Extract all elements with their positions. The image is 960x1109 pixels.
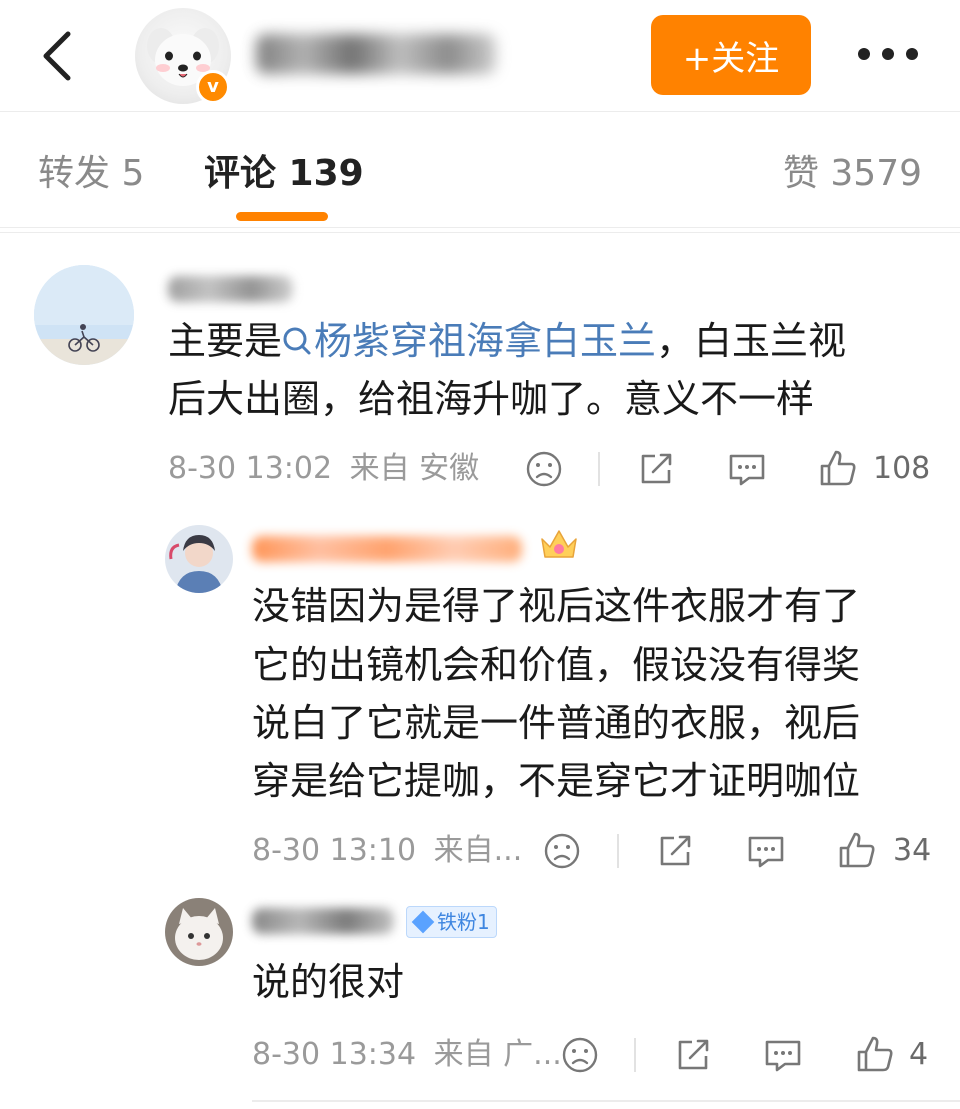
hashtag-text: 杨紫穿祖海拿白玉兰: [314, 319, 657, 363]
reply-body-line-2: 它的出镜机会和价值，假设没有得奖: [252, 643, 861, 687]
reply-avatar[interactable]: [165, 898, 233, 966]
tab-repost[interactable]: 转发 5: [38, 152, 144, 196]
reply-name-blurred[interactable]: [252, 528, 522, 568]
comment-source: 来自 安徽: [349, 451, 480, 486]
reply-name-blurred[interactable]: [252, 900, 394, 940]
back-arrow-icon[interactable]: [38, 28, 78, 84]
active-tab-indicator: [236, 212, 328, 221]
reply-body-line-3: 说白了它就是一件普通的衣服，视后: [252, 701, 861, 745]
more-options-icon[interactable]: [856, 40, 920, 68]
reply-timestamp: 8-30 13:34 来自 广...: [252, 1035, 562, 1075]
reply-source: 来自...: [433, 833, 523, 868]
crown-badge-icon: [541, 530, 577, 558]
comment-body-line-2: 后大出圈，给祖海升咖了。意义不一样: [168, 377, 815, 421]
top-bar: v +关注: [0, 0, 960, 112]
comment-timestamp: 8-30 13:02 来自 安徽: [168, 449, 479, 489]
comment-text-prefix: 主要是: [168, 319, 283, 363]
comment-body: 主要是 杨紫穿祖海拿白玉兰，白玉兰视: [168, 312, 846, 370]
reply-body-line-4: 穿是给它提咖，不是穿它才证明咖位: [252, 759, 861, 803]
comment-bubble-icon[interactable]: [763, 1036, 803, 1074]
beach-cyclist-avatar-icon: [34, 265, 134, 365]
reply-source: 来自 广...: [433, 1037, 562, 1072]
thumbs-up-icon[interactable]: [837, 830, 877, 870]
share-icon[interactable]: [637, 450, 675, 488]
reply-avatar[interactable]: [165, 525, 233, 593]
reply-body-line-1: 没错因为是得了视后这件衣服才有了: [252, 584, 861, 628]
thumbs-up-icon[interactable]: [855, 1034, 895, 1074]
comment-text-suffix: ，白玉兰视: [656, 319, 847, 363]
like-count: 108: [873, 451, 931, 486]
verified-badge-icon: v: [196, 70, 230, 104]
comment-bubble-icon[interactable]: [746, 832, 786, 870]
commenter-name-blurred[interactable]: [168, 268, 293, 308]
tab-likes[interactable]: 赞 3579: [783, 152, 922, 196]
share-icon[interactable]: [656, 832, 694, 870]
divider: [0, 232, 960, 233]
white-cat-avatar-icon: [165, 898, 233, 966]
tab-bar: 转发 5 评论 139 赞 3579: [0, 112, 960, 228]
comment-time: 8-30 13:02: [168, 451, 333, 486]
frown-face-icon[interactable]: [561, 1036, 599, 1074]
share-icon[interactable]: [674, 1036, 712, 1074]
commenter-avatar[interactable]: [34, 265, 134, 365]
user-photo-avatar-icon: [165, 525, 233, 593]
frown-face-icon[interactable]: [525, 450, 563, 488]
frown-face-icon[interactable]: [543, 832, 581, 870]
thumbs-up-icon[interactable]: [818, 448, 858, 488]
reply-timestamp: 8-30 13:10 来自...: [252, 831, 522, 871]
fan-level-label: 铁粉1: [437, 910, 490, 934]
divider: [252, 1100, 960, 1102]
action-divider: [617, 834, 619, 868]
like-count: 34: [893, 833, 932, 868]
reply-time: 8-30 13:10: [252, 833, 417, 868]
author-name-blurred[interactable]: [256, 30, 496, 78]
reply-time: 8-30 13:34: [252, 1037, 417, 1072]
like-count: 4: [909, 1037, 929, 1072]
action-divider: [634, 1038, 636, 1072]
reply-body-line-1: 说的很对: [252, 960, 405, 1004]
search-icon: [283, 327, 311, 355]
diamond-icon: [411, 910, 435, 934]
fan-level-badge: 铁粉1: [406, 906, 497, 938]
comment-bubble-icon[interactable]: [727, 450, 767, 488]
tab-comments[interactable]: 评论 139: [204, 152, 364, 196]
action-divider: [598, 452, 600, 486]
follow-button[interactable]: +关注: [651, 15, 811, 95]
hashtag-search-link[interactable]: 杨紫穿祖海拿白玉兰: [282, 319, 656, 363]
